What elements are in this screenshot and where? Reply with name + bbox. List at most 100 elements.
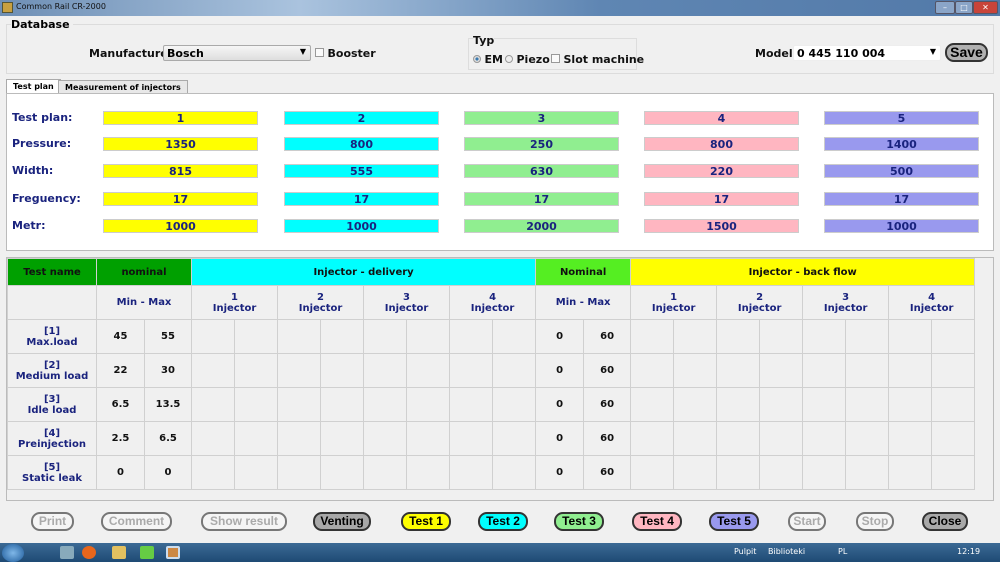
backflow-cell[interactable] [673,353,718,388]
delivery-cell[interactable] [406,353,451,388]
backflow-cell[interactable] [802,455,847,490]
libraries-toolbar[interactable]: Biblioteki [768,547,805,556]
backflow-cell[interactable] [630,455,675,490]
plan-value-field[interactable]: 1 [103,111,258,125]
delivery-cell[interactable] [234,421,279,456]
plan-value-field[interactable]: 500 [824,164,979,178]
slot-machine-checkbox[interactable]: Slot machine [551,53,644,66]
desktop-toolbar[interactable]: Pulpit [734,547,756,556]
test-1-button[interactable]: Test 1 [401,512,451,531]
backflow-cell[interactable] [716,387,761,422]
start-button[interactable] [2,544,24,562]
backflow-cell[interactable] [716,421,761,456]
backflow-cell[interactable] [673,319,718,354]
delivery-cell[interactable] [277,319,322,354]
delivery-cell[interactable] [492,455,537,490]
plan-value-field[interactable]: 5 [824,111,979,125]
language-indicator[interactable]: PL [838,547,847,556]
backflow-cell[interactable] [630,421,675,456]
delivery-cell[interactable] [449,387,494,422]
backflow-cell[interactable] [888,421,933,456]
delivery-cell[interactable] [449,421,494,456]
delivery-cell[interactable] [406,455,451,490]
delivery-cell[interactable] [277,387,322,422]
delivery-cell[interactable] [406,421,451,456]
backflow-cell[interactable] [802,319,847,354]
delivery-cell[interactable] [406,319,451,354]
delivery-cell[interactable] [363,387,408,422]
cr2000-taskbar-icon[interactable] [166,546,180,559]
tab-test-plan[interactable]: Test plan [6,79,61,94]
test-4-button[interactable]: Test 4 [632,512,682,531]
plan-value-field[interactable]: 2 [284,111,439,125]
delivery-cell[interactable] [406,387,451,422]
start-button[interactable]: Start [788,512,826,531]
plan-value-field[interactable]: 17 [103,192,258,206]
backflow-cell[interactable] [802,421,847,456]
backflow-cell[interactable] [759,455,804,490]
delivery-cell[interactable] [191,319,236,354]
backflow-cell[interactable] [888,387,933,422]
delivery-cell[interactable] [277,421,322,456]
tab-measurement-of-injectors[interactable]: Measurement of injectors [58,80,188,94]
delivery-cell[interactable] [277,455,322,490]
delivery-cell[interactable] [363,319,408,354]
comment-button[interactable]: Comment [101,512,172,531]
delivery-cell[interactable] [363,353,408,388]
save-button[interactable]: Save [945,43,988,62]
clock[interactable]: 12:19 [957,547,980,556]
delivery-cell[interactable] [449,319,494,354]
delivery-cell[interactable] [234,353,279,388]
delivery-cell[interactable] [363,455,408,490]
backflow-cell[interactable] [845,421,890,456]
booster-checkbox[interactable]: Booster [315,47,376,60]
minimize-button[interactable]: – [935,1,955,14]
backflow-cell[interactable] [673,455,718,490]
plan-value-field[interactable]: 2000 [464,219,619,233]
delivery-cell[interactable] [191,353,236,388]
backflow-cell[interactable] [931,319,976,354]
app-taskbar-icon[interactable] [140,546,154,559]
plan-value-field[interactable]: 17 [644,192,799,206]
plan-value-field[interactable]: 1000 [284,219,439,233]
print-button[interactable]: Print [31,512,74,531]
plan-value-field[interactable]: 1400 [824,137,979,151]
plan-value-field[interactable]: 4 [644,111,799,125]
delivery-cell[interactable] [320,455,365,490]
backflow-cell[interactable] [931,353,976,388]
backflow-cell[interactable] [759,353,804,388]
delivery-cell[interactable] [234,455,279,490]
backflow-cell[interactable] [759,319,804,354]
backflow-cell[interactable] [845,353,890,388]
backflow-cell[interactable] [931,421,976,456]
delivery-cell[interactable] [277,353,322,388]
backflow-cell[interactable] [802,353,847,388]
backflow-cell[interactable] [931,387,976,422]
folder-icon[interactable] [112,546,126,559]
plan-value-field[interactable]: 815 [103,164,258,178]
delivery-cell[interactable] [320,421,365,456]
backflow-cell[interactable] [888,319,933,354]
backflow-cell[interactable] [630,353,675,388]
delivery-cell[interactable] [234,387,279,422]
backflow-cell[interactable] [931,455,976,490]
plan-value-field[interactable]: 17 [464,192,619,206]
plan-value-field[interactable]: 1500 [644,219,799,233]
backflow-cell[interactable] [716,455,761,490]
backflow-cell[interactable] [716,353,761,388]
backflow-cell[interactable] [845,455,890,490]
delivery-cell[interactable] [492,421,537,456]
backflow-cell[interactable] [802,387,847,422]
delivery-cell[interactable] [363,421,408,456]
backflow-cell[interactable] [888,455,933,490]
delivery-cell[interactable] [492,387,537,422]
backflow-cell[interactable] [759,387,804,422]
plan-value-field[interactable]: 17 [824,192,979,206]
backflow-cell[interactable] [630,319,675,354]
radio-em[interactable]: EM [473,53,503,66]
test-5-button[interactable]: Test 5 [709,512,759,531]
backflow-cell[interactable] [673,421,718,456]
backflow-cell[interactable] [630,387,675,422]
test-2-button[interactable]: Test 2 [478,512,528,531]
plan-value-field[interactable]: 800 [644,137,799,151]
